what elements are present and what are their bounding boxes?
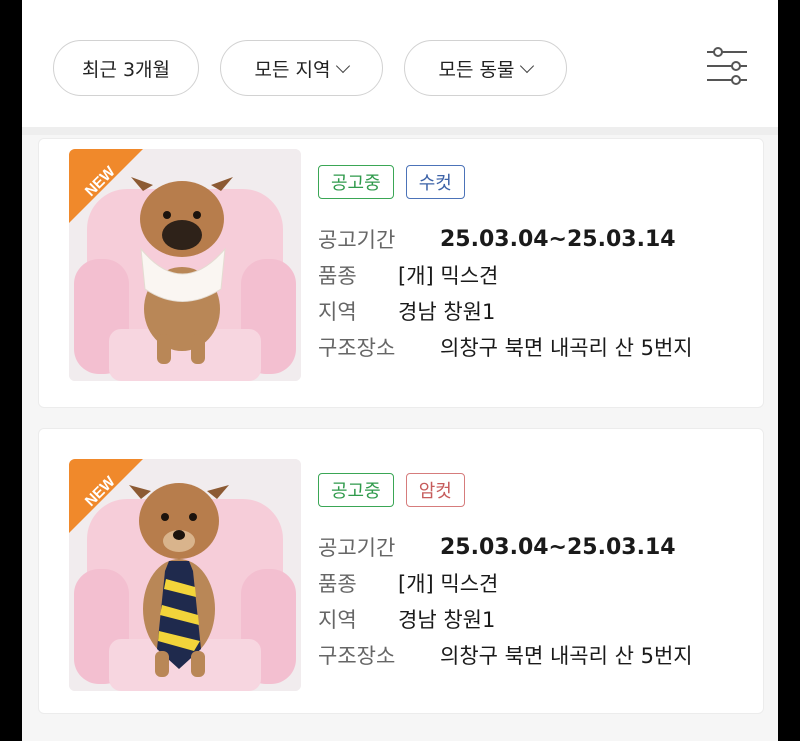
region-filter-label: 모든 지역 bbox=[254, 58, 331, 81]
animal-listing-card[interactable]: NEW 공고중 암컷 공고기간 25.03.04~25.03.14 품종 [개]… bbox=[38, 428, 764, 714]
period-filter-label: 최근 3개월 bbox=[81, 58, 171, 81]
breed-row: 품종 [개] 믹스견 bbox=[318, 565, 758, 601]
rescue-label: 구조장소 bbox=[318, 336, 396, 360]
rescue-value: 의창구 북면 내곡리 산 5번지 bbox=[440, 644, 693, 668]
period-label: 공고기간 bbox=[318, 228, 396, 252]
rescue-row: 구조장소 의창구 북면 내곡리 산 5번지 bbox=[318, 329, 758, 365]
animal-photo[interactable]: NEW bbox=[69, 149, 301, 381]
period-label: 공고기간 bbox=[318, 536, 396, 560]
period-row: 공고기간 25.03.04~25.03.14 bbox=[318, 529, 758, 565]
app-screen: 최근 3개월 모든 지역 모든 동물 NEW 공고중 수컷 공고기간 25.03… bbox=[22, 0, 778, 741]
rescue-value: 의창구 북면 내곡리 산 5번지 bbox=[440, 336, 693, 360]
rescue-row: 구조장소 의창구 북면 내곡리 산 5번지 bbox=[318, 637, 758, 673]
breed-label: 품종 bbox=[318, 572, 357, 596]
region-value: 경남 창원1 bbox=[398, 300, 496, 324]
animal-photo[interactable]: NEW bbox=[69, 459, 301, 691]
region-value: 경남 창원1 bbox=[398, 608, 496, 632]
breed-row: 품종 [개] 믹스견 bbox=[318, 257, 758, 293]
region-label: 지역 bbox=[318, 608, 357, 632]
animal-filter-label: 모든 동물 bbox=[438, 58, 515, 81]
period-row: 공고기간 25.03.04~25.03.14 bbox=[318, 221, 758, 257]
listing-info: 공고기간 25.03.04~25.03.14 품종 [개] 믹스견 지역 경남 … bbox=[318, 529, 758, 673]
filter-settings-icon[interactable] bbox=[705, 44, 749, 88]
region-label: 지역 bbox=[318, 300, 357, 324]
breed-label: 품종 bbox=[318, 264, 357, 288]
filter-bar: 최근 3개월 모든 지역 모든 동물 bbox=[22, 0, 778, 130]
breed-value: [개] 믹스견 bbox=[398, 572, 499, 596]
sex-badge: 암컷 bbox=[405, 473, 465, 507]
status-badge: 공고중 bbox=[318, 165, 394, 199]
tag-group: 공고중 암컷 bbox=[318, 473, 465, 507]
period-value: 25.03.04~25.03.14 bbox=[440, 226, 676, 252]
status-badge: 공고중 bbox=[318, 473, 394, 507]
divider bbox=[22, 127, 778, 135]
chevron-down-icon bbox=[520, 58, 535, 73]
breed-value: [개] 믹스견 bbox=[398, 264, 499, 288]
chevron-down-icon bbox=[336, 58, 351, 73]
sex-badge: 수컷 bbox=[405, 165, 465, 199]
animal-listing-card[interactable]: NEW 공고중 수컷 공고기간 25.03.04~25.03.14 품종 [개]… bbox=[38, 138, 764, 408]
region-row: 지역 경남 창원1 bbox=[318, 293, 758, 329]
period-filter-chip[interactable]: 최근 3개월 bbox=[53, 40, 199, 96]
listing-info: 공고기간 25.03.04~25.03.14 품종 [개] 믹스견 지역 경남 … bbox=[318, 221, 758, 365]
animal-filter-dropdown[interactable]: 모든 동물 bbox=[404, 40, 567, 96]
tag-group: 공고중 수컷 bbox=[318, 165, 465, 199]
region-row: 지역 경남 창원1 bbox=[318, 601, 758, 637]
period-value: 25.03.04~25.03.14 bbox=[440, 534, 676, 560]
region-filter-dropdown[interactable]: 모든 지역 bbox=[220, 40, 383, 96]
rescue-label: 구조장소 bbox=[318, 644, 396, 668]
